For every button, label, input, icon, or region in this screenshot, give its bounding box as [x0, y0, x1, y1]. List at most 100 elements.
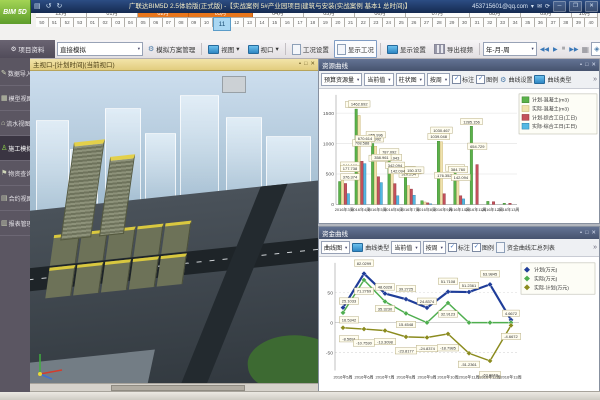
- timeline-week-cell[interactable]: 33: [497, 17, 510, 27]
- redo-icon[interactable]: ↻: [57, 2, 63, 10]
- timeline-week-cell[interactable]: 18: [307, 17, 320, 27]
- timeline-week-cell[interactable]: 35: [522, 17, 535, 27]
- restore-button[interactable]: ❐: [569, 1, 582, 12]
- timeline-week-cell[interactable]: 52: [61, 17, 74, 27]
- toolbar-button-3[interactable]: 视口▾: [245, 40, 282, 58]
- timeline-week-cell[interactable]: 26: [408, 17, 421, 27]
- timeline-week-cell[interactable]: 21: [345, 17, 358, 27]
- chart-checkbox[interactable]: ✓标注: [452, 75, 474, 84]
- timeline-week-cell[interactable]: 17: [294, 17, 307, 27]
- chart-select[interactable]: 按周▾: [427, 73, 450, 86]
- panel-close-icon[interactable]: ✕: [591, 230, 596, 236]
- timeline-week-cell[interactable]: 20: [332, 17, 345, 27]
- timeline-week-cell[interactable]: 19: [319, 17, 332, 27]
- mail-icon[interactable]: ✉: [537, 3, 542, 10]
- timeline-week-cell[interactable]: 10: [201, 17, 214, 27]
- panel-maximize-icon[interactable]: □: [585, 62, 588, 68]
- timeline-week-cell[interactable]: 36: [535, 17, 548, 27]
- timeline-week-cell[interactable]: 50: [36, 17, 49, 27]
- timeline-week-cell[interactable]: 15: [269, 17, 282, 27]
- chart-select[interactable]: 柱状图▾: [396, 73, 425, 86]
- sidebar-item-nav[interactable]: ✎数据导入: [0, 61, 30, 86]
- chart-select[interactable]: 当前值▾: [364, 73, 393, 86]
- forward-button[interactable]: ▶▶: [568, 46, 579, 53]
- timeline-week-cell[interactable]: 40: [585, 17, 598, 27]
- stop-button[interactable]: ■: [561, 46, 567, 52]
- grid-view-icon[interactable]: ▦: [582, 45, 590, 54]
- chart-tool-button[interactable]: 资金曲线汇总列表: [496, 242, 555, 253]
- close-button[interactable]: ✕: [585, 1, 598, 12]
- sidebar-item-nav[interactable]: ▤合约视图: [0, 186, 30, 211]
- timeline-week-cell[interactable]: 24: [383, 17, 396, 27]
- panel-close-icon[interactable]: ✕: [591, 62, 596, 68]
- toolbar-button-6[interactable]: 显示设置: [384, 40, 429, 58]
- chart-tool-button[interactable]: ⚙曲线设置: [500, 75, 532, 84]
- toolbar-button-5[interactable]: 显示工况: [334, 40, 377, 58]
- timeline-week-cell[interactable]: 14: [256, 17, 269, 27]
- viewport-3d-scene[interactable]: [30, 70, 318, 384]
- toolbar-button-2[interactable]: 视图▾: [205, 40, 242, 58]
- chart-checkbox[interactable]: ✓图例: [472, 243, 494, 252]
- timeline-week-cell[interactable]: 22: [357, 17, 370, 27]
- time-scale-select[interactable]: 年-月-周▾: [483, 42, 537, 56]
- viewport-pin-icon[interactable]: ▪: [299, 61, 301, 67]
- timeline-week-cell[interactable]: 37: [547, 17, 560, 27]
- timeline-week-cell[interactable]: 12: [231, 17, 244, 27]
- minimize-button[interactable]: ─: [553, 1, 566, 12]
- timeline-week-cell[interactable]: 25: [395, 17, 408, 27]
- toolbar-button-1[interactable]: ⚙模拟方案管理: [145, 40, 198, 58]
- timeline-week-cell[interactable]: 30: [459, 17, 472, 27]
- timeline-week-cell[interactable]: 01: [87, 17, 100, 27]
- timeline-week-cell[interactable]: 31: [471, 17, 484, 27]
- timeline-week-cell[interactable]: 03: [112, 17, 125, 27]
- timeline-week-cell[interactable]: 04: [125, 17, 138, 27]
- timeline-week-cell[interactable]: 39: [573, 17, 586, 27]
- chart-tool-button[interactable]: 曲线类型: [352, 243, 389, 252]
- timeline-week-cell[interactable]: 02: [99, 17, 112, 27]
- timeline-week-cell[interactable]: 27: [421, 17, 434, 27]
- timeline-week-cell[interactable]: 08: [175, 17, 188, 27]
- sidebar-item-selected[interactable]: ♙施工模拟: [0, 136, 30, 161]
- account-email[interactable]: 453715601@qq.com: [472, 4, 528, 10]
- chart-select[interactable]: 当前值▾: [391, 241, 420, 254]
- timeline-week-cell[interactable]: 07: [163, 17, 176, 27]
- sidebar-item-nav[interactable]: ▦模型视图: [0, 86, 30, 111]
- chart-toolbar-overflow[interactable]: »: [593, 76, 597, 83]
- panel-pin-icon[interactable]: ▪: [580, 62, 582, 68]
- chart-tool-button[interactable]: 曲线类型: [534, 75, 571, 84]
- timeline-week-cell[interactable]: 13: [244, 17, 257, 27]
- refresh-icon[interactable]: ⟳: [545, 3, 550, 10]
- toolbar-button-7[interactable]: 导出视频: [431, 40, 476, 58]
- timeline-week-cell[interactable]: 38: [560, 17, 573, 27]
- save-icon[interactable]: ▤: [34, 2, 41, 10]
- view-angle-select[interactable]: ◈西南等轴测▾: [591, 42, 600, 56]
- simulation-mode-select[interactable]: 直接模拟▾: [57, 42, 143, 56]
- timeline-week-cell[interactable]: 29: [446, 17, 459, 27]
- timeline-week-cell[interactable]: 32: [484, 17, 497, 27]
- panel-pin-icon[interactable]: ▪: [580, 230, 582, 236]
- timeline-week-cell[interactable]: 09: [188, 17, 201, 27]
- chart-select[interactable]: 按周▾: [423, 241, 446, 254]
- timeline-week-cell[interactable]: 23: [370, 17, 383, 27]
- chart-select[interactable]: 曲线图▾: [321, 241, 350, 254]
- panel-maximize-icon[interactable]: □: [585, 230, 588, 236]
- account-caret-icon[interactable]: ▾: [531, 3, 534, 10]
- sidebar-item-nav[interactable]: ▥报表管理: [0, 211, 30, 236]
- timeline-week-cell[interactable]: 51: [49, 17, 62, 27]
- play-button[interactable]: ▶: [552, 46, 559, 53]
- timeline-week-cell-selected[interactable]: 11: [213, 17, 231, 31]
- viewport-maximize-icon[interactable]: □: [304, 61, 307, 67]
- sidebar-item-nav[interactable]: ⌂流水视图: [0, 111, 30, 136]
- timeline-week-cell[interactable]: 28: [433, 17, 446, 27]
- chart-checkbox[interactable]: ✓图例: [476, 75, 498, 84]
- project-data-button[interactable]: ⚙项目资料: [0, 40, 55, 58]
- timeline-week-cell[interactable]: 06: [150, 17, 163, 27]
- timeline-week-cell[interactable]: 05: [137, 17, 150, 27]
- sidebar-item-nav[interactable]: ⚑物资查询: [0, 161, 30, 186]
- viewport-close-icon[interactable]: ✕: [310, 61, 315, 67]
- toolbar-button-4[interactable]: 工况设置: [289, 40, 332, 58]
- chart-checkbox[interactable]: ✓标注: [448, 243, 470, 252]
- timeline-week-cell[interactable]: 16: [281, 17, 294, 27]
- timeline-week-cell[interactable]: 53: [74, 17, 87, 27]
- chart-toolbar-overflow[interactable]: »: [593, 244, 597, 251]
